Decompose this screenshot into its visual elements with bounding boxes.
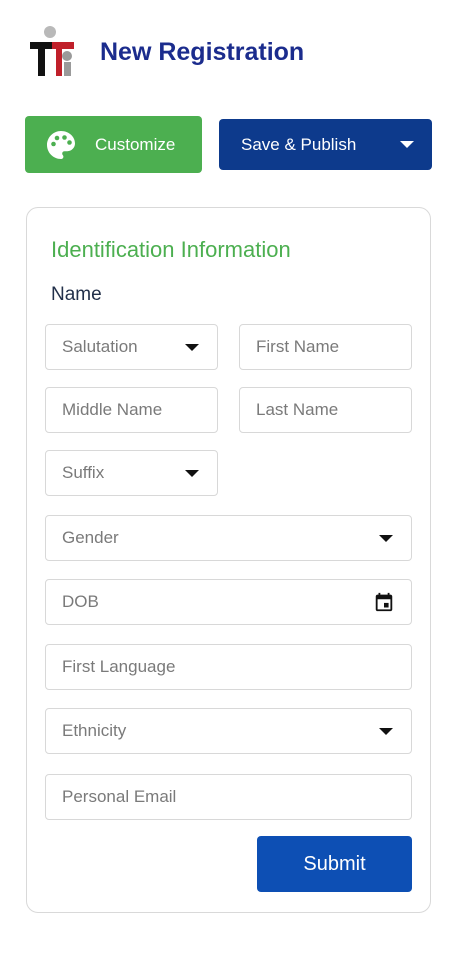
customize-button[interactable]: Customize xyxy=(25,116,202,173)
last-name-input[interactable]: Last Name xyxy=(239,387,412,433)
save-publish-button[interactable]: Save & Publish xyxy=(219,119,432,170)
ethnicity-placeholder: Ethnicity xyxy=(62,721,127,740)
dob-input[interactable]: DOB xyxy=(45,579,412,625)
ethnicity-select[interactable]: Ethnicity xyxy=(45,708,412,754)
submit-button[interactable]: Submit xyxy=(257,836,412,892)
chevron-down-icon xyxy=(379,727,393,735)
salutation-select[interactable]: Salutation xyxy=(45,324,218,370)
gender-placeholder: Gender xyxy=(62,528,119,547)
registration-logo xyxy=(24,24,80,80)
middle-name-input[interactable]: Middle Name xyxy=(45,387,218,433)
chevron-down-icon[interactable] xyxy=(400,141,414,148)
salutation-placeholder: Salutation xyxy=(62,337,138,356)
chevron-down-icon xyxy=(185,469,199,477)
gender-select[interactable]: Gender xyxy=(45,515,412,561)
first-name-placeholder: First Name xyxy=(256,337,340,356)
suffix-select[interactable]: Suffix xyxy=(45,450,218,496)
personal-email-placeholder: Personal Email xyxy=(62,787,177,806)
personal-email-input[interactable]: Personal Email xyxy=(45,774,412,820)
dob-placeholder: DOB xyxy=(62,592,99,611)
last-name-placeholder: Last Name xyxy=(256,400,339,419)
name-group-label: Name xyxy=(51,284,102,305)
suffix-placeholder: Suffix xyxy=(62,463,105,482)
save-publish-label: Save & Publish xyxy=(241,134,357,154)
calendar-icon[interactable] xyxy=(373,591,395,613)
first-name-input[interactable]: First Name xyxy=(239,324,412,370)
first-language-input[interactable]: First Language xyxy=(45,644,412,690)
section-title: Identification Information xyxy=(51,237,291,262)
chevron-down-icon xyxy=(379,534,393,542)
page-title: New Registration xyxy=(100,37,305,66)
first-language-placeholder: First Language xyxy=(62,657,176,676)
middle-name-placeholder: Middle Name xyxy=(62,400,163,419)
palette-icon xyxy=(47,130,75,159)
chevron-down-icon xyxy=(185,343,199,351)
app-header: New Registration xyxy=(24,22,304,82)
customize-label: Customize xyxy=(95,134,176,154)
